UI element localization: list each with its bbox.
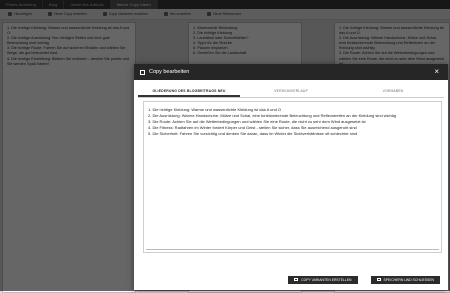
copy-editor[interactable]: 1. Die richtige Kleidung: Warme und wass… bbox=[143, 101, 442, 253]
tab-intent[interactable]: VORHABEN bbox=[342, 86, 444, 97]
copy-icon bbox=[140, 69, 145, 75]
save-and-close-button[interactable]: SPEICHERN UND SCHLIESSEN bbox=[370, 275, 440, 284]
editor-line: 2. Die Ausrüstung: Warme Handschuhe, Müt… bbox=[148, 112, 396, 118]
dialog-title: Copy bearbeiten bbox=[149, 69, 190, 75]
close-icon[interactable]: × bbox=[434, 68, 439, 76]
dialog-header: Copy bearbeiten × bbox=[134, 64, 448, 80]
create-variants-button[interactable]: COPY VARIANTEN ERSTELLEN bbox=[288, 275, 358, 284]
copy-edit-dialog: Copy bearbeiten × GLIEDERUNG DES BLOGBEI… bbox=[134, 64, 448, 290]
dialog-tabs: GLIEDERUNG DES BLOGBEITRAGS NEU VERSIONV… bbox=[138, 86, 444, 98]
editor-line: 5. Die Sicherheit: Fahren Sie vorsichtig… bbox=[148, 130, 358, 136]
copy-icon bbox=[294, 277, 299, 282]
tab-version-history[interactable]: VERSIONVERLAUF bbox=[240, 86, 342, 97]
tab-outline[interactable]: GLIEDERUNG DES BLOGBEITRAGS NEU bbox=[138, 86, 240, 97]
horizontal-scrollbar[interactable] bbox=[146, 248, 439, 250]
editor-content[interactable]: 1. Die richtige Kleidung: Warme und wass… bbox=[144, 102, 441, 142]
save-icon bbox=[376, 277, 381, 282]
dialog-footer: COPY VARIANTEN ERSTELLEN SPEICHERN UND S… bbox=[134, 269, 448, 290]
